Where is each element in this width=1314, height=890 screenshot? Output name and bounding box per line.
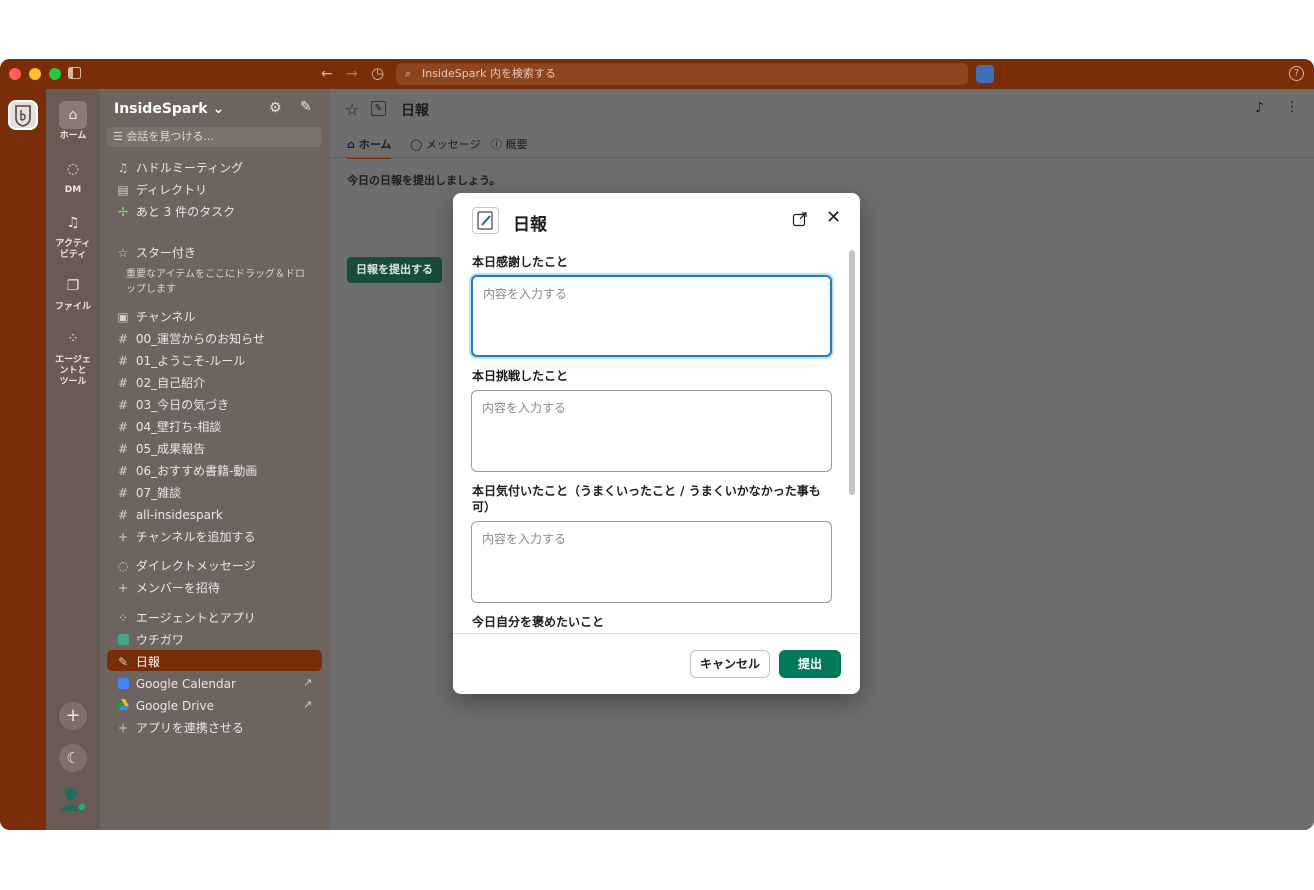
gratitude-field[interactable] <box>471 275 832 357</box>
modal-title: 日報 <box>513 215 547 235</box>
field-label-challenge: 本日挑戦したこと <box>472 369 569 383</box>
pop-out-icon[interactable] <box>792 211 808 227</box>
modal-scrollbar[interactable] <box>849 250 855 495</box>
modal-overlay: 日報 ✕ 本日感謝したこと 本日挑戦したこと 本日気付いたこと（うまくいったこと… <box>0 0 1314 890</box>
modal-footer-divider <box>453 633 860 634</box>
challenge-field[interactable] <box>471 390 832 472</box>
field-label-insight: 本日気付いたこと（うまくいったこと / うまくいかなかった事も 可） <box>472 484 821 514</box>
insight-field[interactable] <box>471 521 832 603</box>
submit-button[interactable]: 提出 <box>779 650 841 678</box>
modal-scroll-area[interactable]: 本日感謝したこと 本日挑戦したこと 本日気付いたこと（うまくいったこと / うま… <box>453 248 848 633</box>
cancel-button[interactable]: キャンセル <box>690 650 770 678</box>
field-label-praise: 今日自分を褒めたいこと <box>472 615 605 629</box>
report-modal: 日報 ✕ 本日感謝したこと 本日挑戦したこと 本日気付いたこと（うまくいったこと… <box>453 193 860 694</box>
close-icon[interactable]: ✕ <box>826 209 841 227</box>
field-label-gratitude: 本日感謝したこと <box>472 255 569 269</box>
notepad-icon <box>472 207 499 234</box>
